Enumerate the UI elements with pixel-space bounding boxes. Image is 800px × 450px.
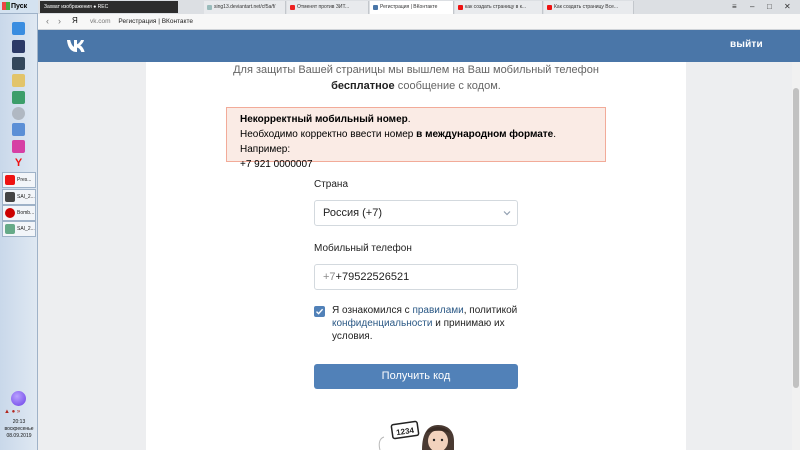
intro-bold-word: бесплатное [331, 80, 395, 92]
get-code-button[interactable]: Получить код [314, 364, 518, 389]
intro-text-part: сообщение с кодом. [397, 80, 501, 92]
phone-input[interactable]: +7+79522526521 [314, 264, 518, 290]
phone-value: +79522526521 [335, 271, 410, 283]
start-label: Пуск [11, 3, 28, 10]
task-label: Bomb... [17, 210, 35, 216]
checkmark-icon [316, 308, 324, 315]
app-icon[interactable] [12, 140, 25, 153]
yandex-icon[interactable]: Y [12, 157, 25, 170]
task-label: Pres... [17, 177, 32, 183]
tab-label: как создать страницу в к... [465, 4, 527, 10]
maximize-icon[interactable]: □ [767, 2, 772, 11]
app-icon[interactable] [12, 123, 25, 136]
favicon-icon [207, 5, 212, 10]
agree-text-part: Я ознакомился с [332, 305, 410, 316]
browser-tab[interactable]: как создать страницу в к... [455, 1, 543, 14]
alice-assistant-icon[interactable] [11, 391, 26, 406]
logout-link[interactable]: выйти [730, 39, 763, 50]
browser-tab[interactable]: sing13.deviantart.net/cf5a/f/ [204, 1, 286, 14]
yandex-favicon-icon [458, 5, 463, 10]
browser-tab[interactable]: Как создать страницу Все... [544, 1, 634, 14]
registration-page: Для защиты Вашей страницы мы вышлем на В… [146, 62, 686, 450]
phone-prefix: +7 [323, 271, 336, 283]
photoshop-icon[interactable] [12, 40, 25, 53]
taskbar-task[interactable]: SAI_2... [2, 221, 36, 237]
skype-icon[interactable] [12, 22, 25, 35]
browser-tab[interactable]: Отменят против ЗИТ... [287, 1, 369, 14]
country-select[interactable]: Россия (+7) [314, 200, 518, 226]
chevron-down-icon [503, 211, 511, 216]
phone-label: Мобильный телефон [314, 243, 412, 254]
agree-checkbox[interactable] [314, 306, 325, 317]
error-message-box: Некорректный мобильный номер. Необходимо… [226, 107, 606, 170]
yandex-favicon-icon [547, 5, 552, 10]
intro-text: Для защиты Вашей страницы мы вышлем на В… [206, 62, 626, 94]
browser-tab-active[interactable]: Регистрация | ВКонтакте [370, 1, 454, 14]
scrollbar-thumb[interactable] [793, 88, 799, 388]
error-title: Некорректный мобильный номер [240, 114, 408, 125]
app-icon[interactable] [12, 91, 25, 104]
youtube-icon [290, 5, 295, 10]
privacy-link[interactable]: конфиденциальности [332, 318, 432, 329]
tabs-menu-icon[interactable]: ≡ [732, 2, 737, 11]
screen-recorder-toolbar[interactable]: Захват изображения ● REC [40, 1, 178, 13]
task-label: SAI_2... [17, 226, 35, 232]
vk-logo-icon[interactable] [66, 38, 90, 54]
address-bar: ‹ › Я vk.com Регистрация | ВКонтакте [38, 14, 800, 30]
agree-text: Я ознакомился с правилами, политикой кон… [332, 304, 532, 343]
agree-text-part: , политикой [463, 305, 518, 316]
rules-link[interactable]: правилами [412, 305, 463, 316]
taskbar-task[interactable]: Pres... [2, 172, 36, 188]
error-bold-text: в международном формате [416, 129, 554, 140]
clock-day: воскресенье [4, 426, 34, 432]
error-example: +7 921 0000007 [240, 159, 313, 170]
tab-label: Регистрация | ВКонтакте [380, 4, 438, 10]
page-scrollbar[interactable] [792, 62, 800, 450]
vk-favicon-icon [373, 5, 378, 10]
windows-taskbar: Пуск Y Pres... SAI_2... Bomb... SAI_2...… [0, 0, 38, 450]
vk-header: выйти [38, 30, 800, 62]
tray-warning-icon[interactable]: ▲ ● » [4, 409, 20, 415]
windows-flag-icon [2, 2, 10, 11]
mascot-illustration: 1234 [378, 420, 454, 450]
settings-icon[interactable] [12, 107, 25, 120]
url-field[interactable]: vk.com Регистрация | ВКонтакте [90, 18, 193, 25]
sai-icon [5, 224, 15, 234]
close-icon[interactable]: ✕ [784, 2, 791, 11]
clock[interactable]: 20:13 воскресенье 08.09.2019 [0, 419, 38, 440]
country-label: Страна [314, 179, 349, 190]
taskbar-task[interactable]: Bomb... [2, 205, 36, 221]
minimize-icon[interactable]: – [750, 2, 754, 11]
record-icon [5, 208, 15, 218]
clock-time: 20:13 [12, 419, 26, 425]
tab-label: Как создать страницу Все... [554, 4, 619, 10]
start-button[interactable]: Пуск [0, 0, 38, 14]
app-icon[interactable] [12, 57, 25, 70]
tab-label: sing13.deviantart.net/cf5a/f/ [214, 4, 276, 10]
yandex-browser-icon [5, 175, 15, 185]
task-label: SAI_2... [17, 194, 35, 200]
clock-date: 08.09.2019 [6, 433, 32, 439]
intro-text-part: Для защиты Вашей страницы мы вышлем на В… [233, 64, 599, 76]
tab-label: Отменят против ЗИТ... [297, 4, 350, 10]
sai-icon [5, 192, 15, 202]
error-text: Необходимо корректно ввести номер [240, 129, 414, 140]
back-icon[interactable]: ‹ [46, 16, 49, 26]
url-host: vk.com [90, 18, 111, 25]
forward-icon[interactable]: › [58, 16, 61, 26]
country-value: Россия (+7) [323, 207, 382, 219]
yandex-logo-icon[interactable]: Я [72, 16, 78, 25]
folder-icon[interactable] [12, 74, 25, 87]
taskbar-task[interactable]: SAI_2... [2, 189, 36, 205]
browser-tab-bar: Захват изображения ● REC sing13.devianta… [38, 0, 800, 14]
url-page-title: Регистрация | ВКонтакте [118, 18, 193, 25]
